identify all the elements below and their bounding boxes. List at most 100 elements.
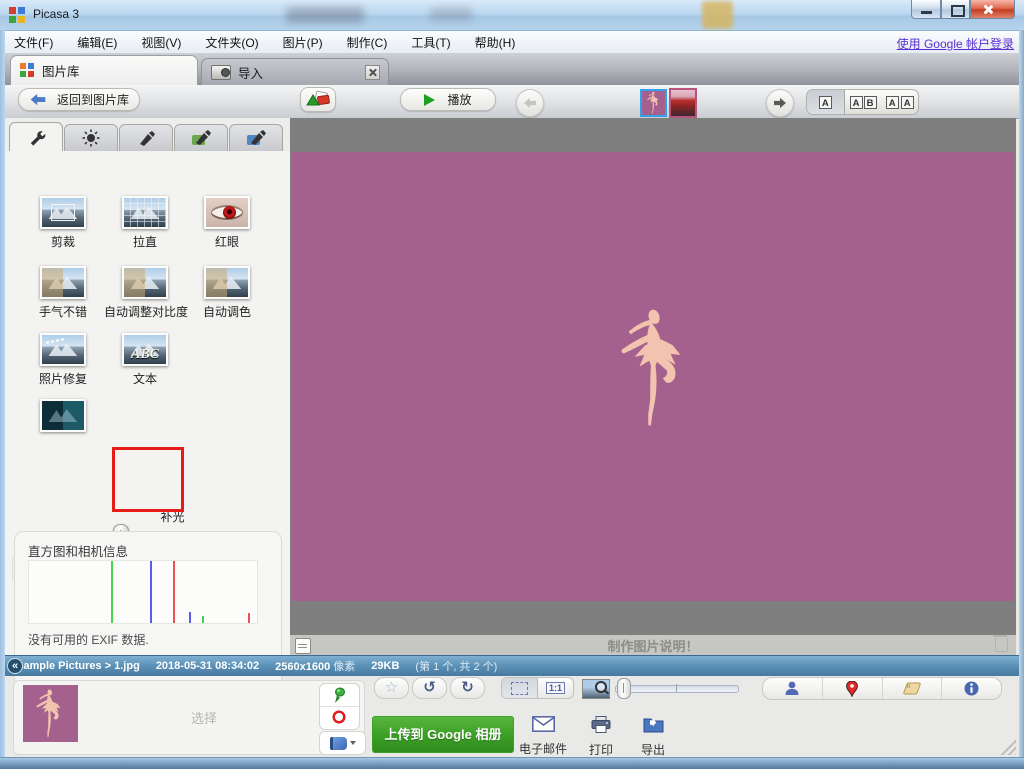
- info-icon: [964, 681, 979, 696]
- histogram-spike: [111, 561, 113, 623]
- menu-folder[interactable]: 文件夹(O): [205, 34, 258, 51]
- straighten-tool-icon: [122, 196, 168, 229]
- zoom-mode-group: 1:1: [501, 677, 574, 699]
- status-datetime: 2018-05-31 08:34:02: [156, 660, 259, 672]
- fit-to-window-button[interactable]: [502, 678, 538, 698]
- green-pin-icon[interactable]: [331, 687, 347, 704]
- tab-close-icon[interactable]: [365, 65, 380, 80]
- blurred-watermark: [286, 7, 364, 23]
- printer-icon: [591, 716, 611, 733]
- redeye-tool-icon: [204, 196, 250, 229]
- edited-image[interactable]: [292, 152, 1014, 601]
- edit-tab-effects-3[interactable]: [229, 124, 283, 151]
- tool-auto-color[interactable]: 自动调色: [186, 266, 268, 320]
- minimize-icon: [921, 11, 932, 14]
- tags-button[interactable]: [883, 678, 943, 699]
- menu-edit[interactable]: 编辑(E): [77, 34, 117, 51]
- trash-icon[interactable]: [995, 638, 1008, 652]
- edit-tab-effects-2[interactable]: [174, 124, 228, 151]
- wrench-icon: [27, 129, 46, 146]
- play-button[interactable]: 播放: [400, 88, 496, 111]
- menu-view[interactable]: 视图(V): [141, 34, 181, 51]
- tool-lucky[interactable]: 手气不错: [22, 266, 104, 320]
- collage-icon: [306, 90, 330, 109]
- places-button[interactable]: [823, 678, 883, 699]
- back-arrow-icon: [29, 93, 47, 106]
- window-title: Picasa 3: [33, 7, 79, 21]
- fill-light-thumb-icon: [40, 399, 86, 432]
- rotate-cw-button[interactable]: ↻: [461, 679, 474, 696]
- caption-note-icon[interactable]: [295, 638, 311, 654]
- maximize-button[interactable]: [941, 0, 970, 19]
- previous-photo-button[interactable]: [516, 89, 544, 117]
- rotate-ccw-button[interactable]: ↺: [423, 679, 436, 696]
- status-position: (第 1 个, 共 2 个): [415, 658, 497, 674]
- edit-tab-tuning[interactable]: [64, 124, 118, 151]
- menu-picture[interactable]: 图片(P): [283, 34, 323, 51]
- tool-auto-contrast[interactable]: 自动调整对比度: [104, 266, 186, 320]
- tool-crop[interactable]: 剪裁: [22, 196, 104, 250]
- auto-contrast-tool-icon: [122, 266, 168, 299]
- tool-straighten[interactable]: 拉直: [104, 196, 186, 250]
- google-login-link[interactable]: 使用 Google 帐户登录: [897, 35, 1014, 52]
- export-folder-icon: [643, 716, 664, 733]
- email-button[interactable]: 电子邮件: [513, 716, 573, 757]
- lucky-tool-icon: [40, 266, 86, 299]
- menu-create[interactable]: 制作(C): [347, 34, 388, 51]
- star-button[interactable]: ☆: [374, 677, 409, 699]
- close-button[interactable]: [970, 0, 1015, 19]
- clear-red-circle-icon[interactable]: [332, 710, 346, 724]
- export-button[interactable]: 导出: [627, 716, 679, 758]
- collapse-panel-button[interactable]: «: [7, 658, 23, 674]
- edit-panel-body: 剪裁 拉直 红眼 手气不错 自动调整对比度 自动调色: [5, 151, 290, 655]
- tool-text[interactable]: ABC 文本: [104, 333, 186, 387]
- view-single-button[interactable]: A: [807, 90, 845, 114]
- menu-help[interactable]: 帮助(H): [475, 34, 516, 51]
- caption-placeholder[interactable]: 制作图片说明！: [290, 636, 1016, 655]
- filmstrip-thumbnail-next[interactable]: [669, 88, 697, 118]
- maximize-icon: [951, 5, 965, 17]
- main-toolbar: 返回到图片库 播放 A AB: [0, 85, 1024, 119]
- tab-import[interactable]: 导入: [201, 58, 389, 85]
- view-compare-button[interactable]: AA: [881, 90, 918, 114]
- people-button[interactable]: [763, 678, 823, 699]
- zoom-slider-knob[interactable]: [617, 678, 631, 699]
- tray-select-label: 选择: [154, 708, 254, 727]
- print-button[interactable]: 打印: [576, 716, 626, 758]
- edit-tab-basic-fixes[interactable]: [9, 122, 63, 152]
- play-icon: [424, 94, 435, 106]
- blurred-watermark: [430, 8, 472, 21]
- tool-fill-light-thumb: [22, 399, 104, 432]
- window-frame-left: [0, 30, 5, 757]
- tray-options-dropdown[interactable]: [319, 731, 366, 755]
- text-tool-icon: ABC: [122, 333, 168, 366]
- resize-grip[interactable]: [998, 739, 1016, 755]
- actual-size-button[interactable]: 1:1: [538, 678, 573, 698]
- tool-retouch[interactable]: 照片修复: [22, 333, 104, 387]
- filmstrip-thumbnail-current[interactable]: [640, 89, 667, 117]
- menu-tools[interactable]: 工具(T): [411, 34, 450, 51]
- picasa-window: Picasa 3 文件(F) 编辑(E) 视图(V) 文件夹(O) 图片(P) …: [0, 0, 1024, 768]
- tab-strip: 图片库 导入: [0, 53, 1024, 85]
- view-side-by-side-button[interactable]: AB: [845, 90, 882, 114]
- metadata-button-group: [762, 677, 1002, 700]
- minimize-button[interactable]: [911, 0, 941, 19]
- contrast-sun-icon: [82, 129, 100, 147]
- tool-redeye[interactable]: 红眼: [186, 196, 268, 250]
- one-to-one-icon: 1:1: [546, 682, 565, 694]
- tray-thumbnail[interactable]: [23, 685, 78, 742]
- zoom-preview-icon[interactable]: [582, 679, 610, 699]
- menu-file[interactable]: 文件(F): [14, 34, 53, 51]
- back-to-library-button[interactable]: 返回到图片库: [18, 88, 140, 111]
- next-photo-button[interactable]: [766, 89, 794, 117]
- title-bar: Picasa 3: [0, 0, 1024, 31]
- collage-button[interactable]: [300, 87, 336, 112]
- upload-to-google-button[interactable]: 上传到 Google 相册: [372, 716, 514, 753]
- zoom-slider-track[interactable]: [615, 685, 739, 693]
- info-button[interactable]: [942, 678, 1001, 699]
- histogram-title: 直方图和相机信息: [28, 541, 128, 560]
- histogram-spike: [150, 561, 152, 623]
- edit-tab-strip: [5, 122, 290, 152]
- edit-tab-effects-1[interactable]: [119, 124, 173, 151]
- tab-library[interactable]: 图片库: [10, 55, 198, 85]
